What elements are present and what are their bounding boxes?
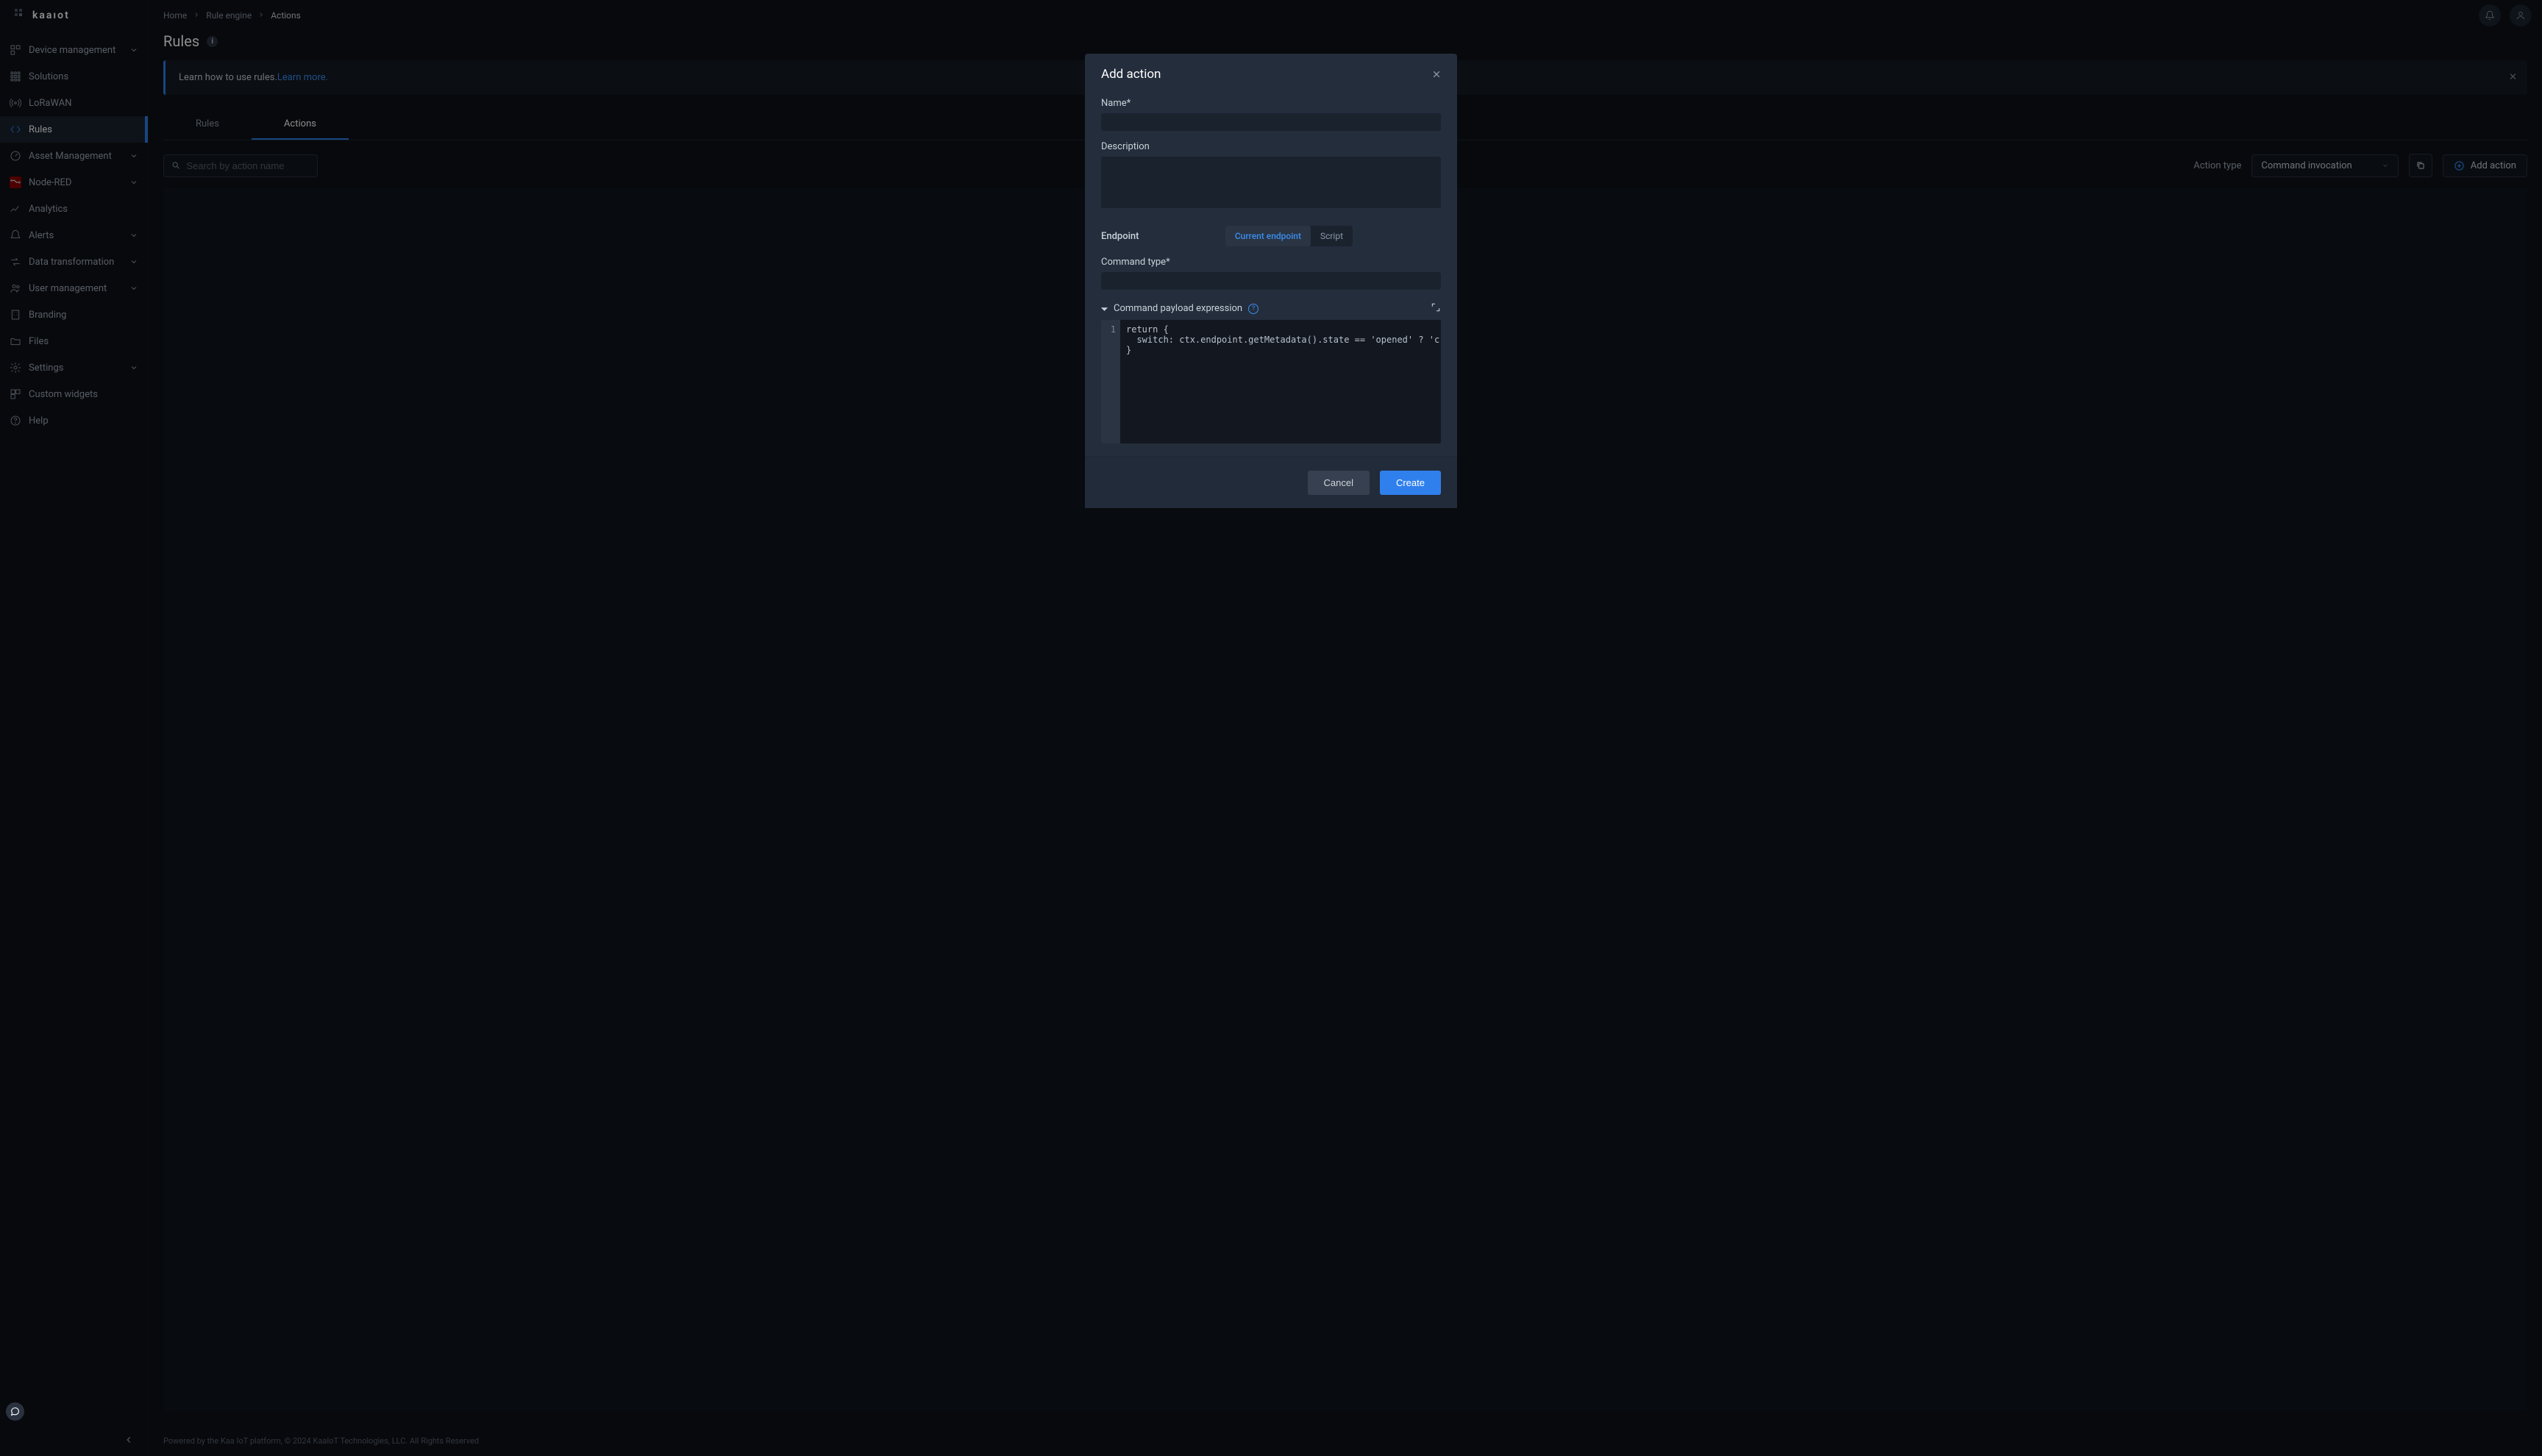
- cancel-button[interactable]: Cancel: [1308, 471, 1370, 495]
- endpoint-label: Endpoint: [1101, 231, 1139, 242]
- expression-header: Command payload expression ?: [1101, 301, 1441, 315]
- create-button[interactable]: Create: [1380, 471, 1441, 495]
- endpoint-option-current[interactable]: Current endpoint: [1225, 226, 1311, 246]
- name-input[interactable]: [1101, 113, 1441, 131]
- help-icon[interactable]: ?: [1248, 304, 1258, 314]
- modal-title: Add action: [1101, 67, 1161, 82]
- add-action-modal: Add action Name* Description Endpoint Cu…: [1085, 54, 1457, 508]
- modal-overlay: Add action Name* Description Endpoint Cu…: [0, 0, 2542, 1456]
- code-editor[interactable]: 1 return { switch: ctx.endpoint.getMetad…: [1101, 320, 1441, 443]
- name-label: Name*: [1101, 98, 1441, 109]
- expand-icon[interactable]: [1431, 301, 1441, 315]
- description-input[interactable]: [1101, 157, 1441, 208]
- endpoint-toggle: Current endpoint Script: [1225, 226, 1353, 246]
- code-gutter: 1: [1101, 320, 1120, 443]
- chat-bubble-button[interactable]: [6, 1402, 24, 1421]
- command-type-input[interactable]: [1101, 272, 1441, 290]
- caret-down-icon[interactable]: [1101, 301, 1108, 315]
- endpoint-row: Endpoint Current endpoint Script: [1101, 226, 1441, 246]
- modal-header: Add action: [1085, 54, 1457, 89]
- code-content[interactable]: return { switch: ctx.endpoint.getMetadat…: [1120, 320, 1441, 443]
- modal-body: Name* Description Endpoint Current endpo…: [1085, 89, 1457, 457]
- expression-label: Command payload expression: [1114, 303, 1242, 314]
- modal-footer: Cancel Create: [1085, 457, 1457, 508]
- modal-close-button[interactable]: [1432, 68, 1441, 82]
- description-label: Description: [1101, 141, 1441, 152]
- endpoint-option-script[interactable]: Script: [1311, 226, 1353, 246]
- command-type-label: Command type*: [1101, 257, 1441, 268]
